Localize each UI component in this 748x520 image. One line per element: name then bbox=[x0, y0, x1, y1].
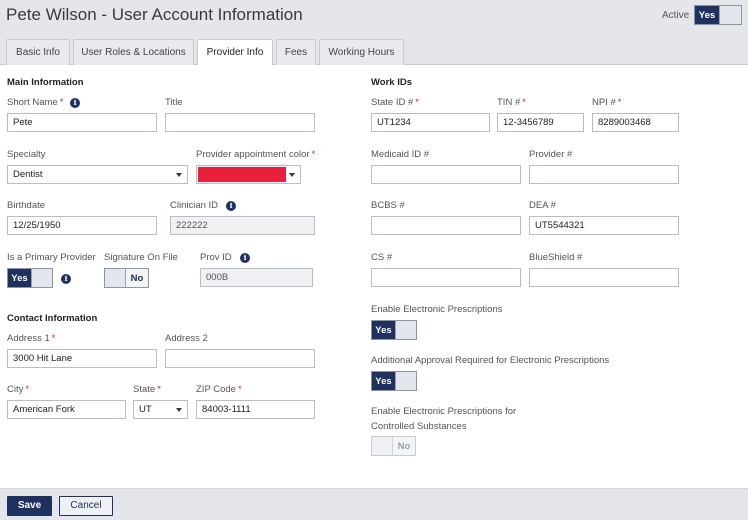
short-name-label: Short Name * bbox=[7, 97, 64, 108]
state-id-label: State ID # * bbox=[371, 97, 419, 108]
clinician-id-label: Clinician ID bbox=[170, 200, 219, 211]
cs-label: CS # bbox=[371, 252, 393, 263]
additional-approval-yes: Yes bbox=[372, 372, 395, 390]
provider-number-input[interactable] bbox=[529, 165, 679, 184]
e-prescriptions-toggle[interactable]: Yes bbox=[371, 320, 417, 340]
address1-label: Address 1 * bbox=[7, 333, 56, 344]
city-input[interactable]: American Fork bbox=[7, 400, 126, 419]
cs-input[interactable] bbox=[371, 268, 521, 287]
active-toggle[interactable]: Yes bbox=[694, 5, 742, 25]
birthdate-input[interactable]: 12/25/1950 bbox=[7, 216, 157, 235]
toggle-knob bbox=[395, 321, 416, 339]
active-toggle-on: Yes bbox=[695, 6, 719, 24]
signature-on-file-no: No bbox=[130, 272, 144, 284]
provider-info-panel: Main Information Short Name * i Pete Titl… bbox=[0, 65, 748, 488]
specialty-select[interactable]: Dentist bbox=[7, 165, 188, 184]
state-select[interactable]: UT bbox=[133, 400, 188, 419]
toggle-knob bbox=[31, 269, 52, 287]
primary-provider-toggle[interactable]: Yes bbox=[7, 268, 53, 288]
address1-input[interactable]: 3000 Hit Lane bbox=[7, 349, 157, 368]
toggle-knob bbox=[395, 372, 416, 390]
color-swatch bbox=[198, 167, 286, 182]
npi-input[interactable]: 8289003468 bbox=[592, 113, 679, 132]
clinician-id-input: 222222 bbox=[170, 216, 315, 235]
prov-id-label: Prov ID bbox=[200, 252, 232, 263]
signature-on-file-toggle[interactable]: No bbox=[104, 268, 149, 288]
toggle-knob bbox=[719, 6, 741, 24]
title-input[interactable] bbox=[165, 113, 315, 132]
page-title: Pete Wilson - User Account Information bbox=[6, 5, 303, 24]
medicaid-id-label: Medicaid ID # bbox=[371, 149, 430, 160]
contact-information-heading: Contact Information bbox=[7, 313, 98, 324]
bcbs-label: BCBS # bbox=[371, 200, 405, 211]
prov-id-input: 000B bbox=[200, 268, 313, 287]
tab-provider-info[interactable]: Provider Info bbox=[197, 39, 273, 66]
controlled-substances-label-line2: Controlled Substances bbox=[371, 421, 467, 432]
dea-input[interactable]: UT5544321 bbox=[529, 216, 679, 235]
info-icon[interactable]: i bbox=[240, 253, 250, 263]
tab-user-roles-locations[interactable]: User Roles & Locations bbox=[73, 39, 194, 65]
title-label: Title bbox=[165, 97, 183, 108]
primary-provider-label: Is a Primary Provider bbox=[7, 252, 96, 263]
zip-input[interactable]: 84003-1111 bbox=[196, 400, 315, 419]
address2-label: Address 2 bbox=[165, 333, 208, 344]
tin-input[interactable]: 12-3456789 bbox=[497, 113, 584, 132]
city-label: City * bbox=[7, 384, 30, 395]
info-icon[interactable]: i bbox=[70, 98, 80, 108]
specialty-label: Specialty bbox=[7, 149, 46, 160]
toggle-knob bbox=[372, 437, 393, 455]
controlled-substances-no: No bbox=[397, 440, 411, 452]
chevron-down-icon bbox=[176, 408, 182, 412]
zip-label: ZIP Code * bbox=[196, 384, 242, 395]
tab-fees[interactable]: Fees bbox=[276, 39, 316, 65]
e-prescriptions-label: Enable Electronic Prescriptions bbox=[371, 304, 503, 315]
additional-approval-toggle[interactable]: Yes bbox=[371, 371, 417, 391]
state-value: UT bbox=[139, 404, 152, 415]
main-information-heading: Main Information bbox=[7, 77, 84, 88]
tab-working-hours[interactable]: Working Hours bbox=[319, 39, 404, 65]
medicaid-id-input[interactable] bbox=[371, 165, 521, 184]
chevron-down-icon bbox=[176, 173, 182, 177]
appointment-color-picker[interactable] bbox=[196, 165, 301, 184]
tab-basic-info[interactable]: Basic Info bbox=[6, 39, 70, 65]
birthdate-label: Birthdate bbox=[7, 200, 46, 211]
toggle-knob bbox=[105, 269, 126, 287]
provider-number-label: Provider # bbox=[529, 149, 573, 160]
cancel-button[interactable]: Cancel bbox=[59, 496, 113, 516]
tin-label: TIN # * bbox=[497, 97, 526, 108]
info-icon[interactable]: i bbox=[61, 274, 71, 284]
controlled-substances-label-line1: Enable Electronic Prescriptions for bbox=[371, 406, 517, 417]
active-label: Active bbox=[662, 10, 690, 21]
e-prescriptions-yes: Yes bbox=[372, 321, 395, 339]
blueshield-label: BlueShield # bbox=[529, 252, 583, 263]
chevron-down-icon bbox=[289, 173, 295, 177]
signature-on-file-label: Signature On File bbox=[104, 252, 178, 263]
dea-label: DEA # bbox=[529, 200, 556, 211]
tab-bar: Basic Info User Roles & Locations Provid… bbox=[0, 38, 748, 66]
specialty-value: Dentist bbox=[13, 169, 43, 180]
short-name-input[interactable]: Pete bbox=[7, 113, 157, 132]
blueshield-input[interactable] bbox=[529, 268, 679, 287]
save-button[interactable]: Save bbox=[7, 496, 52, 516]
info-icon[interactable]: i bbox=[226, 201, 236, 211]
additional-approval-label: Additional Approval Required for Electro… bbox=[371, 355, 610, 366]
controlled-substances-toggle: No bbox=[371, 436, 416, 456]
address2-input[interactable] bbox=[165, 349, 315, 368]
work-ids-heading: Work IDs bbox=[371, 77, 413, 88]
appointment-color-label: Provider appointment color * bbox=[196, 149, 316, 160]
state-id-input[interactable]: UT1234 bbox=[371, 113, 490, 132]
primary-provider-yes: Yes bbox=[8, 269, 31, 287]
bcbs-input[interactable] bbox=[371, 216, 521, 235]
state-label: State * bbox=[133, 384, 161, 395]
page-header: Pete Wilson - User Account Information A… bbox=[0, 0, 748, 30]
npi-label: NPI # * bbox=[592, 97, 622, 108]
form-footer: Save Cancel bbox=[0, 488, 748, 520]
